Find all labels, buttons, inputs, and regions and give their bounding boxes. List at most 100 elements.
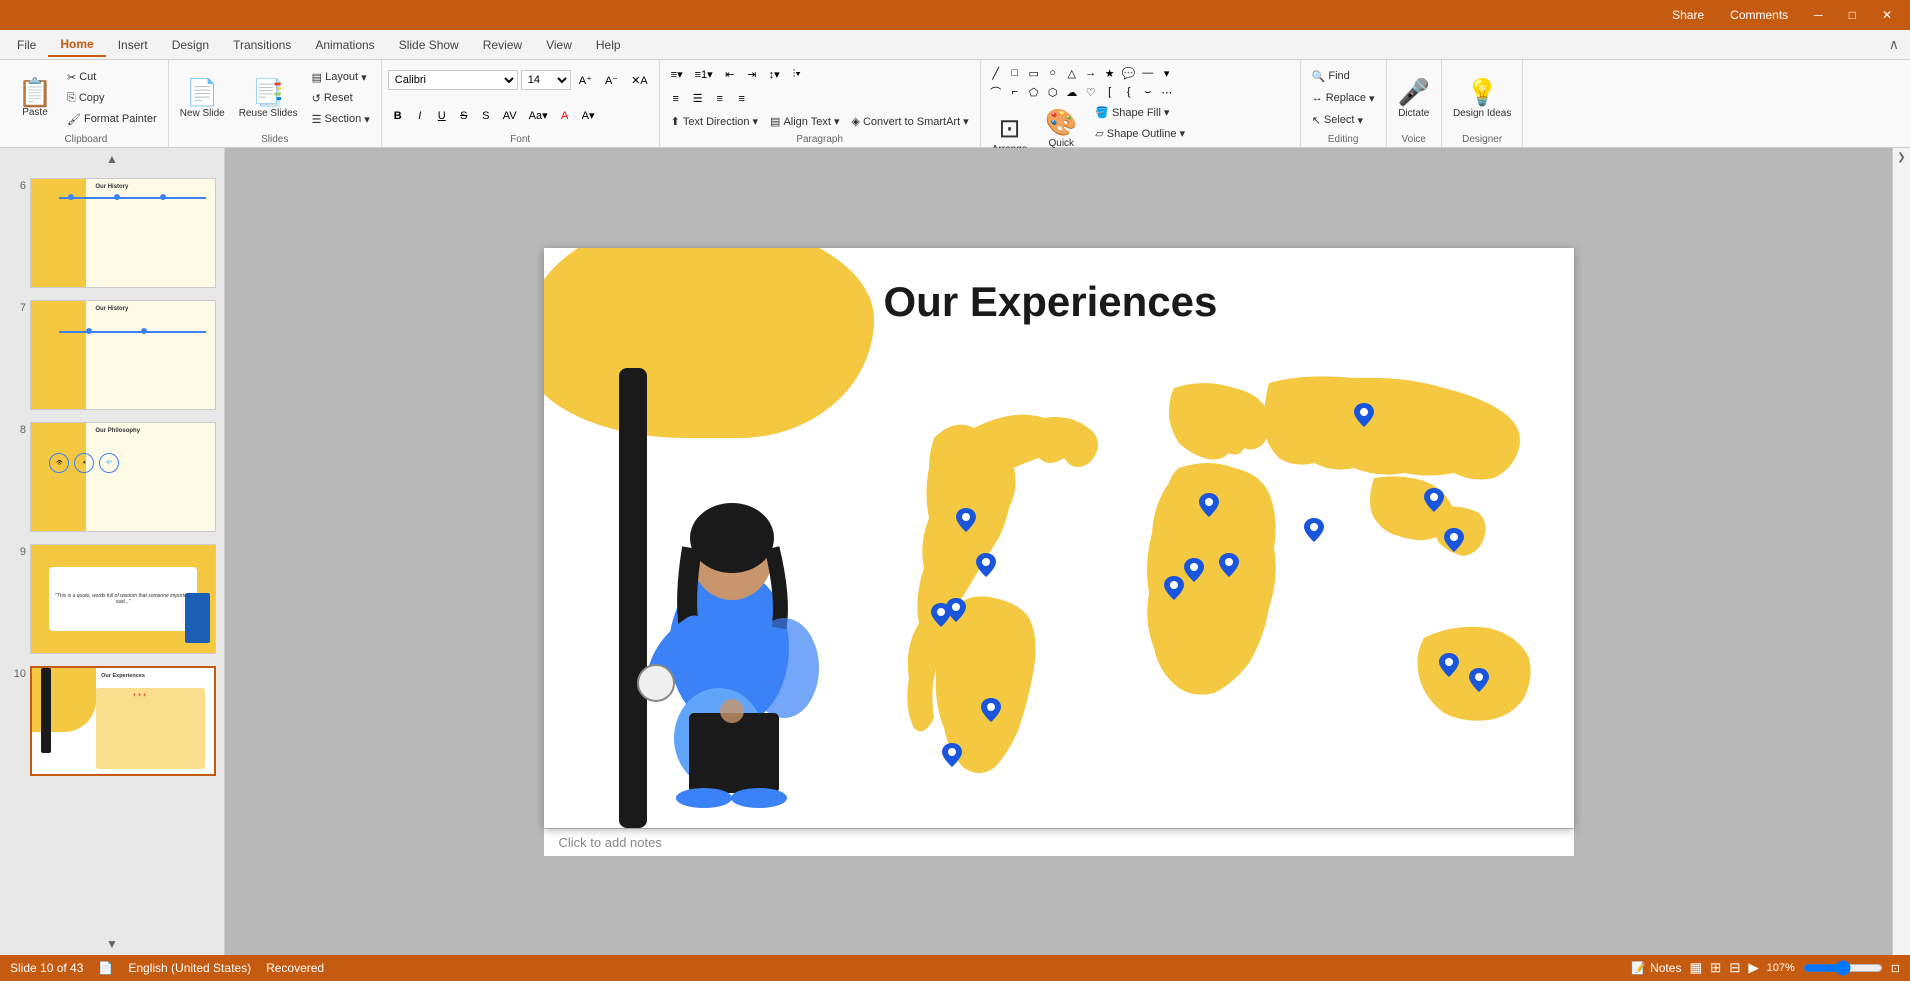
slideshow-button[interactable]: ▶ (1748, 960, 1758, 976)
font-group: Calibri 14 A⁺ A⁻ ✕A B I U S S AV Aa▾ A A… (382, 60, 660, 147)
editing-group: 🔍 Find ↔ Replace ▾ ↖ Select ▾ Editing (1301, 60, 1387, 147)
convert-smartart-button[interactable]: ◈ Convert to SmartArt ▾ (846, 112, 973, 131)
find-button[interactable]: 🔍 Find (1307, 67, 1380, 86)
shape-more[interactable]: ▾ (1158, 64, 1176, 82)
bullets-button[interactable]: ≡▾ (666, 66, 688, 83)
shape-bracket[interactable]: [ (1101, 83, 1119, 101)
tab-view[interactable]: View (534, 34, 584, 56)
underline-button[interactable]: U (432, 108, 452, 124)
font-color-button[interactable]: A (555, 108, 575, 124)
line-spacing-button[interactable]: ↕▾ (764, 66, 785, 83)
slide-thumb-10[interactable]: 10 Our Experiences 📍📍📍 (0, 658, 224, 780)
font-name-select[interactable]: Calibri (388, 70, 518, 90)
shape-more2[interactable]: ⋯ (1158, 83, 1176, 101)
select-button[interactable]: ↖ Select ▾ (1307, 111, 1380, 130)
collapse-ribbon-button[interactable]: ∧ (1883, 34, 1905, 55)
design-ideas-button[interactable]: 💡 Design Ideas (1448, 74, 1516, 122)
share-button[interactable]: Share (1664, 6, 1712, 24)
comments-button[interactable]: Comments (1722, 6, 1796, 24)
shape-oval[interactable]: ○ (1044, 64, 1062, 82)
tab-animations[interactable]: Animations (303, 34, 386, 56)
text-direction-button[interactable]: ⬆ Text Direction ▾ (666, 112, 763, 131)
align-left-button[interactable]: ≡ (666, 91, 686, 107)
tab-file[interactable]: File (5, 34, 48, 56)
close-button[interactable]: ✕ (1874, 6, 1900, 24)
scroll-down-arrow[interactable]: ▼ (0, 933, 224, 955)
reading-view-button[interactable]: ⊟ (1729, 960, 1740, 976)
decrease-font-button[interactable]: A⁻ (600, 72, 623, 89)
cut-button[interactable]: ✂ Cut (62, 68, 162, 87)
tab-design[interactable]: Design (160, 34, 221, 56)
increase-font-button[interactable]: A⁺ (574, 72, 597, 89)
shape-right-arrow[interactable]: → (1082, 64, 1100, 82)
change-case-button[interactable]: Aa▾ (524, 107, 553, 124)
shape-hexagon[interactable]: ⬡ (1044, 83, 1062, 101)
slide-sorter-button[interactable]: ⊞ (1710, 960, 1721, 976)
shape-rect[interactable]: □ (1006, 64, 1024, 82)
shape-outline-button[interactable]: ▱ Shape Outline ▾ (1090, 124, 1194, 143)
tab-slideshow[interactable]: Slide Show (387, 34, 471, 56)
shape-curve[interactable]: ⌒ (987, 83, 1005, 101)
new-slide-button[interactable]: 📄 New Slide (175, 74, 230, 122)
shadow-button[interactable]: S (476, 108, 496, 124)
italic-button[interactable]: I (410, 108, 430, 124)
columns-button[interactable]: ⫶▾ (787, 66, 807, 83)
slide-thumb-9[interactable]: 9 "This is a quote, words full of wisdom… (0, 536, 224, 658)
align-right-button[interactable]: ≡ (710, 91, 730, 107)
tab-transitions[interactable]: Transitions (221, 34, 303, 56)
increase-indent-button[interactable]: ⇥ (742, 66, 762, 83)
layout-button[interactable]: ▤ Layout ▾ (307, 68, 375, 87)
notes-bar[interactable]: Click to add notes (544, 828, 1574, 856)
section-button[interactable]: ☰ Section ▾ (307, 110, 375, 129)
minimize-button[interactable]: ─ (1806, 6, 1831, 24)
justify-button[interactable]: ≡ (732, 91, 752, 107)
format-painter-button[interactable]: 🖌 Format Painter (62, 110, 162, 129)
shape-star[interactable]: ★ (1101, 64, 1119, 82)
shape-cloud[interactable]: ☁ (1063, 83, 1081, 101)
tab-help[interactable]: Help (584, 34, 633, 56)
notes-icon: 📝 (1631, 961, 1646, 975)
shape-line[interactable]: ╱ (987, 64, 1005, 82)
shape-connector[interactable]: ⌐ (1006, 83, 1024, 101)
shape-triangle[interactable]: △ (1063, 64, 1081, 82)
shape-brace[interactable]: { (1120, 83, 1138, 101)
collapse-right-arrow[interactable]: ❯ (1897, 152, 1905, 163)
strikethrough-button[interactable]: S (454, 108, 474, 124)
shape-callout[interactable]: 💬 (1120, 64, 1138, 82)
maximize-button[interactable]: □ (1841, 6, 1864, 24)
slide-thumb-8[interactable]: 8 Our Philosophy 👁 ☀ 💎 (0, 414, 224, 536)
tab-insert[interactable]: Insert (106, 34, 160, 56)
bold-button[interactable]: B (388, 108, 408, 124)
dictate-button[interactable]: 🎤 Dictate (1393, 74, 1435, 122)
reuse-slides-button[interactable]: 📑 Reuse Slides (234, 74, 303, 122)
slide-thumb-6[interactable]: 6 Our History (0, 170, 224, 292)
fit-slide-button[interactable]: ⊡ (1891, 962, 1900, 975)
align-text-button[interactable]: ▤ Align Text ▾ (765, 112, 844, 131)
tab-home[interactable]: Home (48, 33, 105, 57)
copy-button[interactable]: ⎘ Copy (62, 89, 162, 108)
shape-fill-button[interactable]: 🪣 Shape Fill ▾ (1090, 103, 1194, 122)
shape-pentagon[interactable]: ⬠ (1025, 83, 1043, 101)
shape-heart[interactable]: ♡ (1082, 83, 1100, 101)
notes-button[interactable]: 📝 Notes (1631, 961, 1681, 975)
shape-line2[interactable]: — (1139, 64, 1157, 82)
numbering-button[interactable]: ≡1▾ (690, 66, 718, 83)
slide-panel: ▲ 6 Our History 7 (0, 148, 225, 955)
shape-rounded-rect[interactable]: ▭ (1025, 64, 1043, 82)
decrease-indent-button[interactable]: ⇤ (720, 66, 740, 83)
center-button[interactable]: ☰ (688, 90, 708, 107)
clear-format-button[interactable]: ✕A (626, 72, 653, 89)
reset-button[interactable]: ↺ Reset (307, 89, 375, 108)
paste-button[interactable]: 📋 Paste (10, 76, 60, 121)
scroll-up-arrow[interactable]: ▲ (0, 148, 224, 170)
slide-thumb-7[interactable]: 7 Our History (0, 292, 224, 414)
canvas-area[interactable]: Our Experiences (225, 148, 1892, 955)
normal-view-button[interactable]: ▦ (1689, 960, 1702, 976)
char-spacing-button[interactable]: AV (498, 108, 522, 124)
shape-arc[interactable]: ⌣ (1139, 83, 1157, 101)
tab-review[interactable]: Review (471, 34, 534, 56)
replace-button[interactable]: ↔ Replace ▾ (1307, 89, 1380, 108)
font-size-select[interactable]: 14 (521, 70, 571, 90)
highlight-color-button[interactable]: A▾ (577, 107, 600, 124)
zoom-slider[interactable] (1803, 960, 1883, 976)
